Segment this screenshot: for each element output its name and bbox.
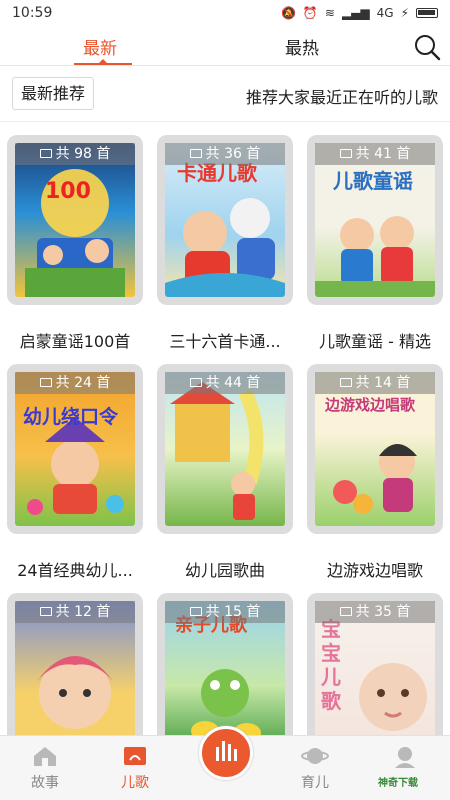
track-count-badge: 共 44 首: [165, 372, 285, 394]
album-cover: 卡通儿歌: [165, 143, 285, 297]
tab-hottest[interactable]: 最热: [285, 34, 319, 59]
album-cover: 边游戏边唱歌: [315, 372, 435, 526]
play-button[interactable]: [199, 726, 253, 780]
signal-icon: ▂▄▆: [341, 6, 370, 20]
home-icon: [34, 747, 56, 766]
tab-indicator-arrow: [97, 59, 109, 65]
cover-art-text: 幼儿绕口令: [23, 406, 119, 428]
status-bar: 10:59 🔕 ⏰ ≋ ▂▄▆ 4G ⚡: [0, 0, 450, 26]
recommend-description: 推荐大家最近正在听的儿歌: [245, 88, 438, 107]
folder-icon: [189, 607, 202, 616]
search-icon[interactable]: [412, 32, 442, 62]
song-icon: [124, 747, 146, 765]
album-title: 儿歌童谣 - 精选: [319, 332, 431, 351]
album-cover: [165, 372, 285, 526]
cover-art-text: 100: [45, 179, 91, 204]
status-time: 10:59: [12, 5, 53, 21]
folder-icon: [339, 149, 352, 158]
recommend-tag: 最新推荐: [12, 77, 95, 110]
wifi-icon: ≋: [324, 6, 335, 20]
top-navigation: 最新 最热: [0, 26, 450, 66]
profile-icon: [395, 747, 415, 768]
album-title: 启蒙童谣100首: [19, 332, 131, 351]
track-count-badge: 共 41 首: [315, 143, 435, 165]
status-icons: 🔕 ⏰ ≋ ▂▄▆ 4G ⚡: [281, 6, 438, 20]
album-title: 幼儿园歌曲: [184, 561, 265, 580]
track-count-badge: 共 12 首: [15, 601, 135, 623]
track-count-badge: 共 36 首: [165, 143, 285, 165]
track-count-badge: 共 98 首: [15, 143, 135, 165]
folder-icon: [189, 378, 202, 387]
tab-latest[interactable]: 最新: [83, 34, 117, 59]
folder-icon: [339, 378, 352, 387]
bottom-navigation: 故事 儿歌 育儿: [0, 726, 450, 800]
folder-icon: [39, 378, 52, 387]
battery-icon: [416, 8, 438, 18]
planet-icon: [301, 748, 329, 764]
recommend-bar: 最新推荐 推荐大家最近正在听的儿歌: [0, 66, 450, 122]
folder-icon: [339, 607, 352, 616]
network-type: 4G: [376, 6, 394, 20]
folder-icon: [39, 149, 52, 158]
mute-icon: 🔕: [280, 6, 296, 20]
album-cover: 幼儿绕口令: [15, 372, 135, 526]
album-title: 24首经典幼儿...: [17, 561, 133, 580]
charging-icon: ⚡: [400, 6, 409, 20]
album-title: 三十六首卡通...: [169, 332, 281, 351]
track-count-badge: 共 24 首: [15, 372, 135, 394]
alarm-icon: ⏰: [302, 6, 318, 20]
track-count-badge: 共 14 首: [315, 372, 435, 394]
album-cover: 100: [15, 143, 135, 297]
folder-icon: [189, 149, 202, 158]
cover-art-text: 边游戏边唱歌: [325, 396, 416, 414]
watermark: 神奇下载: [378, 778, 418, 789]
album-title: 边游戏边唱歌: [326, 561, 423, 580]
track-count-badge: 共 15 首: [165, 601, 285, 623]
album-grid: 100 共 98 首 启蒙童谣100首 卡通儿歌 共 36 首 三十六首卡通..…: [0, 123, 450, 735]
folder-icon: [39, 607, 52, 616]
track-count-badge: 共 35 首: [315, 601, 435, 623]
album-cover: 儿歌童谣: [315, 143, 435, 297]
cover-art-text: 儿歌童谣: [333, 169, 413, 193]
cover-art-text: 宝宝儿歌: [321, 617, 341, 713]
audio-bars-icon: [216, 741, 237, 761]
